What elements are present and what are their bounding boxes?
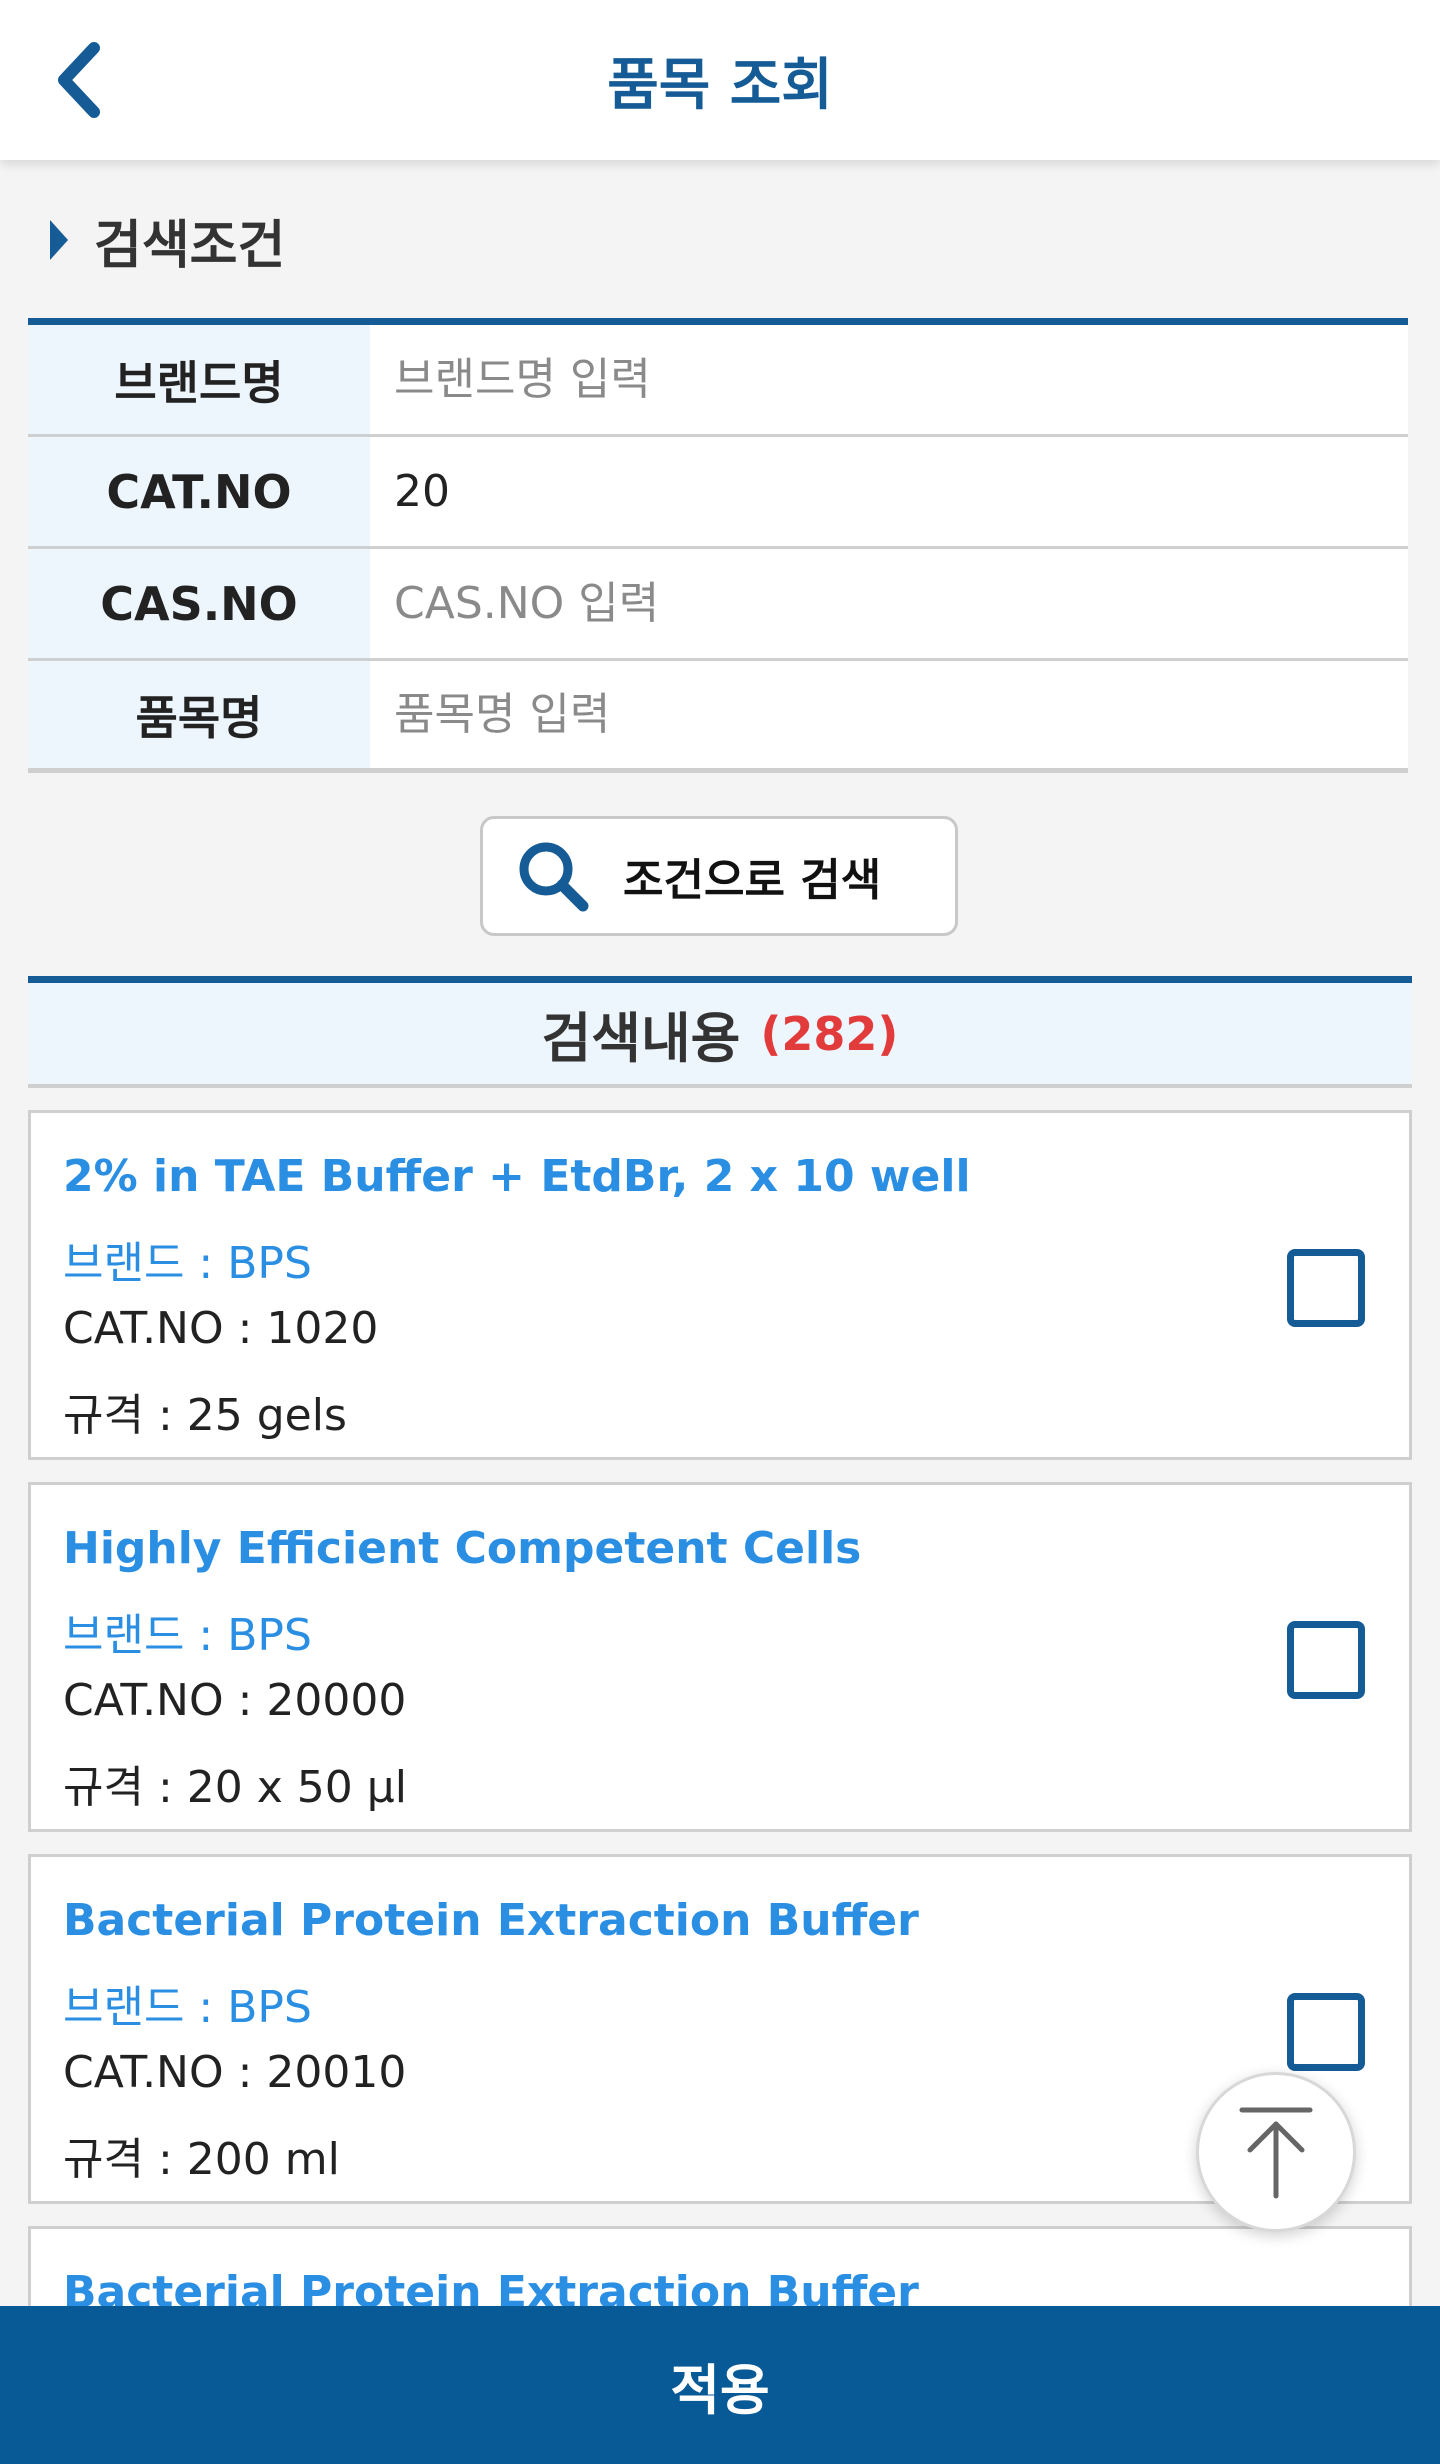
item-brand: 브랜드 : BPS: [63, 1238, 312, 1289]
results-header: 검색내용 (282): [28, 976, 1412, 1088]
brand-label: 브랜드명: [28, 325, 370, 434]
apply-button[interactable]: 적용: [0, 2306, 1440, 2464]
item-select-checkbox[interactable]: [1287, 1621, 1365, 1699]
item-spec: 규격 : 20 x 50 μl: [63, 1762, 407, 1813]
item-select-checkbox[interactable]: [1287, 1993, 1365, 2071]
triangle-right-icon: [50, 220, 68, 260]
search-conditions-title: 검색조건: [94, 215, 286, 276]
form-row-item-name: 품목명: [28, 661, 1408, 773]
item-search-page: 품목 조회 검색조건 브랜드명 CAT.NO CAS.NO 품목명 조건으로 검…: [0, 0, 1440, 2464]
cat-no-label: CAT.NO: [28, 437, 370, 546]
result-card[interactable]: 2% in TAE Buffer + EtdBr, 2 x 10 well 브랜…: [28, 1110, 1412, 1460]
form-row-cat-no: CAT.NO: [28, 437, 1408, 549]
form-row-cas-no: CAS.NO: [28, 549, 1408, 661]
brand-input[interactable]: [370, 325, 1408, 434]
scroll-to-top-button[interactable]: [1196, 2072, 1356, 2232]
cas-no-input[interactable]: [370, 549, 1408, 658]
search-button-label: 조건으로 검색: [623, 855, 882, 906]
item-cat-no: CAT.NO : 20000: [63, 1675, 407, 1726]
item-name[interactable]: 2% in TAE Buffer + EtdBr, 2 x 10 well: [63, 1151, 971, 1202]
results-count: (282): [760, 1006, 899, 1061]
form-row-brand: 브랜드명: [28, 325, 1408, 437]
item-brand: 브랜드 : BPS: [63, 1610, 312, 1661]
page-title: 품목 조회: [607, 52, 833, 118]
search-conditions-heading: 검색조건: [50, 200, 285, 280]
item-name[interactable]: Bacterial Protein Extraction Buffer: [63, 1895, 919, 1946]
item-spec: 규격 : 25 gels: [63, 1390, 347, 1441]
result-card[interactable]: Highly Efficient Competent Cells 브랜드 : B…: [28, 1482, 1412, 1832]
item-spec: 규격 : 200 ml: [63, 2134, 340, 2185]
item-cat-no: CAT.NO : 20010: [63, 2047, 407, 2098]
cas-no-label: CAS.NO: [28, 549, 370, 658]
back-button[interactable]: [30, 30, 130, 130]
search-form: 브랜드명 CAT.NO CAS.NO 품목명: [28, 318, 1408, 773]
item-select-checkbox[interactable]: [1287, 1249, 1365, 1327]
search-button[interactable]: 조건으로 검색: [480, 816, 958, 936]
results-title: 검색내용: [541, 1007, 741, 1070]
cat-no-input[interactable]: [370, 437, 1408, 546]
arrow-up-to-top-icon: [1239, 2107, 1313, 2199]
item-cat-no: CAT.NO : 1020: [63, 1303, 379, 1354]
chevron-left-icon: [58, 42, 100, 118]
apply-button-label: 적용: [670, 2358, 770, 2422]
item-name-input[interactable]: [370, 661, 1408, 768]
item-brand: 브랜드 : BPS: [63, 1982, 312, 2033]
app-header: 품목 조회: [0, 0, 1440, 160]
item-name-label: 품목명: [28, 661, 370, 768]
item-name[interactable]: Highly Efficient Competent Cells: [63, 1523, 861, 1574]
search-icon: [519, 842, 589, 912]
